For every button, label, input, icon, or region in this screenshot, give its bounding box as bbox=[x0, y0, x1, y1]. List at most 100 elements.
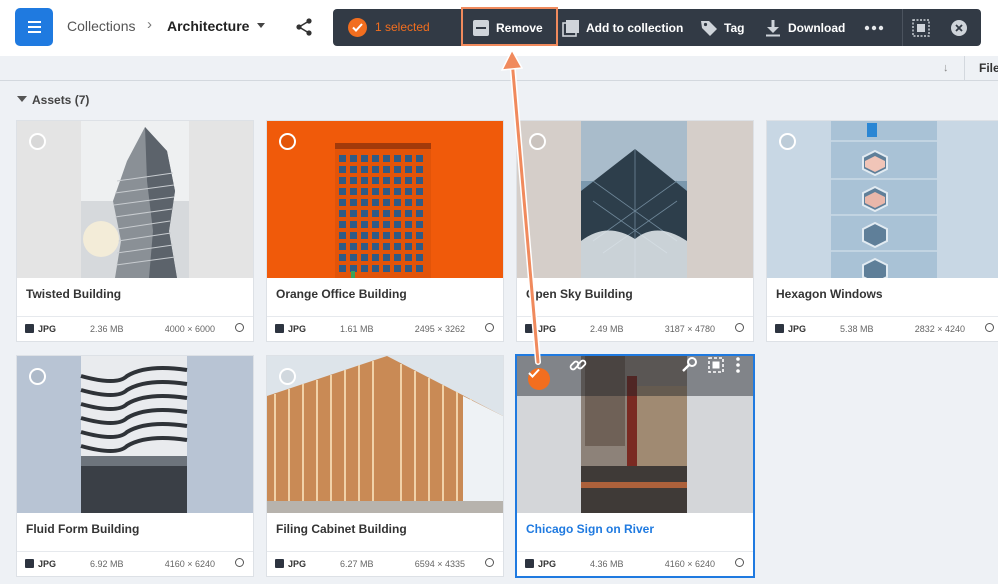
globe-icon bbox=[235, 558, 244, 567]
tag-icon bbox=[701, 20, 717, 36]
asset-size: 2.49 MB bbox=[590, 324, 624, 334]
asset-meta: JPG 6.27 MB 6594 × 4335 bbox=[267, 551, 503, 576]
select-all-icon[interactable] bbox=[912, 9, 930, 46]
asset-dimensions: 2832 × 4240 bbox=[914, 324, 965, 334]
image-icon bbox=[775, 324, 784, 333]
globe-icon bbox=[735, 323, 744, 332]
asset-title[interactable]: Open Sky Building bbox=[526, 287, 633, 301]
crop-icon[interactable] bbox=[707, 356, 725, 374]
asset-title[interactable]: Filing Cabinet Building bbox=[276, 522, 407, 536]
selected-count: 1 selected bbox=[375, 20, 430, 34]
asset-thumbnail[interactable] bbox=[517, 356, 753, 513]
minus-square-icon bbox=[473, 19, 489, 36]
image-icon bbox=[525, 324, 534, 333]
selected-checkbox[interactable] bbox=[528, 368, 550, 390]
image-icon bbox=[275, 559, 284, 568]
image-icon bbox=[275, 324, 284, 333]
more-vertical-icon[interactable] bbox=[735, 356, 741, 374]
asset-card[interactable]: Hexagon Windows JPG 5.38 MB 2832 × 4240 bbox=[767, 121, 998, 341]
asset-thumbnail[interactable] bbox=[267, 121, 503, 278]
asset-type: JPG bbox=[788, 324, 807, 334]
asset-dimensions: 2495 × 3262 bbox=[414, 324, 465, 334]
asset-title[interactable]: Hexagon Windows bbox=[776, 287, 883, 301]
toolbar-divider bbox=[902, 9, 903, 46]
asset-card[interactable]: Open Sky Building JPG 2.49 MB 3187 × 478… bbox=[517, 121, 753, 341]
download-icon bbox=[766, 19, 780, 36]
asset-thumbnail[interactable] bbox=[517, 121, 753, 278]
asset-type: JPG bbox=[538, 324, 557, 334]
asset-title[interactable]: Orange Office Building bbox=[276, 287, 407, 301]
column-file[interactable]: File bbox=[964, 56, 998, 81]
remove-button[interactable]: Remove bbox=[472, 9, 543, 46]
asset-meta: JPG 5.38 MB 2832 × 4240 bbox=[767, 316, 998, 341]
close-icon[interactable] bbox=[950, 9, 968, 46]
asset-dimensions: 4160 × 6240 bbox=[664, 559, 715, 569]
menu-icon[interactable] bbox=[15, 8, 53, 46]
selection-toolbar: 1 selected Remove Add to collection Tag … bbox=[333, 7, 981, 46]
asset-size: 4.36 MB bbox=[590, 559, 624, 569]
asset-card[interactable]: Twisted Building JPG 2.36 MB 4000 × 6000 bbox=[17, 121, 253, 341]
asset-thumbnail[interactable] bbox=[17, 356, 253, 513]
tag-button[interactable]: Tag bbox=[700, 9, 744, 46]
add-to-collection-button[interactable]: Add to collection bbox=[562, 9, 683, 46]
asset-type: JPG bbox=[288, 324, 307, 334]
asset-card-selected[interactable]: Chicago Sign on River JPG 4.36 MB 4160 ×… bbox=[517, 356, 753, 576]
asset-thumbnail[interactable] bbox=[17, 121, 253, 278]
wrench-icon[interactable] bbox=[680, 356, 698, 374]
share-icon[interactable] bbox=[295, 17, 313, 37]
breadcrumb-separator: › bbox=[147, 16, 152, 33]
remove-label: Remove bbox=[496, 20, 543, 35]
download-button[interactable]: Download bbox=[764, 9, 845, 46]
link-icon[interactable] bbox=[569, 356, 587, 374]
image-icon bbox=[25, 559, 34, 568]
asset-meta: JPG 6.92 MB 4160 × 6240 bbox=[17, 551, 253, 576]
asset-meta: JPG 2.49 MB 3187 × 4780 bbox=[517, 316, 753, 341]
collection-icon bbox=[562, 19, 579, 37]
asset-size: 2.36 MB bbox=[90, 324, 124, 334]
chevron-down-icon[interactable] bbox=[257, 23, 265, 28]
asset-thumbnail[interactable] bbox=[267, 356, 503, 513]
asset-title[interactable]: Twisted Building bbox=[26, 287, 121, 301]
asset-type: JPG bbox=[538, 559, 557, 569]
select-checkbox[interactable] bbox=[529, 133, 546, 150]
sort-arrow-icon[interactable]: ↓ bbox=[943, 62, 949, 74]
select-checkbox[interactable] bbox=[29, 368, 46, 385]
asset-title[interactable]: Fluid Form Building bbox=[26, 522, 139, 536]
asset-dimensions: 3187 × 4780 bbox=[664, 324, 715, 334]
select-checkbox[interactable] bbox=[779, 133, 796, 150]
image-icon bbox=[525, 559, 534, 568]
asset-type: JPG bbox=[288, 559, 307, 569]
section-title[interactable]: Assets (7) bbox=[32, 93, 89, 107]
asset-card[interactable]: Orange Office Building JPG 1.61 MB 2495 … bbox=[267, 121, 503, 341]
asset-title[interactable]: Chicago Sign on River bbox=[526, 522, 654, 536]
globe-icon bbox=[985, 323, 994, 332]
globe-icon bbox=[485, 323, 494, 332]
more-icon[interactable] bbox=[864, 9, 884, 46]
download-label: Download bbox=[788, 20, 846, 35]
asset-size: 6.92 MB bbox=[90, 559, 124, 569]
list-header: ↓ File bbox=[0, 56, 998, 81]
top-bar: Collections › Architecture 1 selected Re… bbox=[0, 0, 998, 56]
asset-type: JPG bbox=[38, 324, 57, 334]
breadcrumb-current[interactable]: Architecture bbox=[167, 18, 249, 34]
collapse-caret-icon[interactable] bbox=[17, 96, 27, 102]
asset-type: JPG bbox=[38, 559, 57, 569]
select-checkbox[interactable] bbox=[29, 133, 46, 150]
asset-meta: JPG 4.36 MB 4160 × 6240 bbox=[517, 551, 753, 576]
select-checkbox[interactable] bbox=[279, 368, 296, 385]
asset-thumbnail[interactable] bbox=[767, 121, 998, 278]
select-checkbox[interactable] bbox=[279, 133, 296, 150]
selected-check-icon bbox=[348, 18, 367, 37]
globe-icon bbox=[235, 323, 244, 332]
image-icon bbox=[25, 324, 34, 333]
asset-meta: JPG 2.36 MB 4000 × 6000 bbox=[17, 316, 253, 341]
breadcrumb-collections[interactable]: Collections bbox=[67, 18, 135, 34]
asset-dimensions: 4160 × 6240 bbox=[164, 559, 215, 569]
asset-dimensions: 6594 × 4335 bbox=[414, 559, 465, 569]
add-to-collection-label: Add to collection bbox=[586, 20, 684, 35]
asset-card[interactable]: Fluid Form Building JPG 6.92 MB 4160 × 6… bbox=[17, 356, 253, 576]
asset-size: 1.61 MB bbox=[340, 324, 374, 334]
asset-card[interactable]: Filing Cabinet Building JPG 6.27 MB 6594… bbox=[267, 356, 503, 576]
asset-dimensions: 4000 × 6000 bbox=[164, 324, 215, 334]
globe-icon bbox=[485, 558, 494, 567]
